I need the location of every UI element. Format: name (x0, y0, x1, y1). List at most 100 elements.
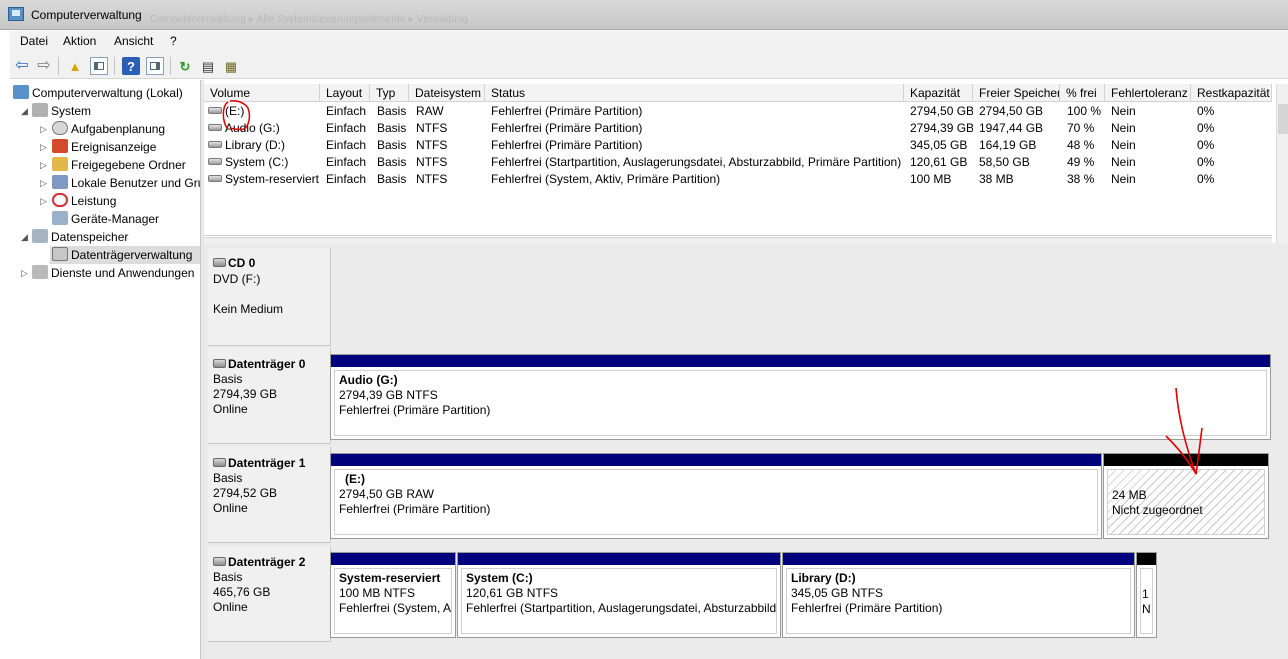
partition-system-reserved[interactable]: System-reserviert 100 MB NTFS Fehlerfrei… (330, 552, 456, 638)
disk-name-label: Datenträger 0 (228, 357, 306, 371)
disk-info-cd0[interactable]: CD 0 DVD (F:) Kein Medium (208, 248, 331, 346)
column-status[interactable]: Status (485, 84, 904, 102)
column-kapazitaet[interactable]: Kapazität (904, 84, 973, 102)
disk-info-0[interactable]: Datenträger 0 Basis 2794,39 GB Online (208, 348, 331, 444)
menu-aktion[interactable]: Aktion (63, 34, 96, 48)
forward-arrow-icon[interactable]: ⇨ (35, 57, 53, 75)
table-cell: Einfach (326, 121, 367, 135)
show-hide-action-pane-icon[interactable] (146, 57, 164, 75)
menu-datei[interactable]: Datei (20, 34, 48, 48)
tree-freigegebene-ordner[interactable]: Freigegebene Ordner (52, 156, 186, 174)
tree-root[interactable]: Computerverwaltung (Lokal) (13, 84, 183, 102)
expand-arrow-icon[interactable]: ▷ (40, 196, 47, 207)
partition-unallocated[interactable]: 24 MB Nicht zugeordnet (1103, 453, 1269, 539)
clock-icon (52, 121, 68, 135)
disk-info-2[interactable]: Datenträger 2 Basis 465,76 GB Online (208, 546, 331, 642)
table-row[interactable]: System (C:) Einfach Basis NTFS Fehlerfre… (204, 154, 1272, 171)
tree-label: Aufgabenplanung (71, 122, 166, 136)
partition-e[interactable]: (E:) 2794,50 GB RAW Fehlerfrei (Primäre … (330, 453, 1102, 539)
partition-system-c[interactable]: System (C:) 120,61 GB NTFS Fehlerfrei (S… (457, 552, 781, 638)
partition-details: Library (D:) 345,05 GB NTFS Fehlerfrei (… (786, 568, 1131, 634)
table-cell: Basis (377, 172, 407, 186)
collapse-arrow-icon[interactable]: ◢ (21, 232, 28, 243)
tree-geraete-manager[interactable]: Geräte-Manager (52, 210, 159, 228)
tree-system[interactable]: System (32, 102, 91, 120)
back-arrow-icon[interactable]: ⇦ (13, 57, 31, 75)
refresh-icon[interactable]: ↻ (176, 57, 194, 75)
table-row[interactable]: (E:) Einfach Basis RAW Fehlerfrei (Primä… (204, 103, 1272, 120)
table-cell: Nein (1111, 172, 1136, 186)
tree-aufgabenplanung[interactable]: Aufgabenplanung (52, 120, 165, 138)
disk-type: Basis (213, 471, 243, 485)
tree-datenspeicher[interactable]: Datenspeicher (32, 228, 128, 246)
disk-info-1[interactable]: Datenträger 1 Basis 2794,52 GB Online (208, 447, 331, 543)
column-typ[interactable]: Typ (370, 84, 409, 102)
expand-arrow-icon[interactable]: ▷ (40, 124, 47, 135)
export-icon[interactable]: ▦ (222, 57, 240, 75)
table-cell: 49 % (1067, 155, 1095, 169)
expand-arrow-icon[interactable]: ▷ (21, 268, 28, 279)
computer-management-icon (8, 7, 24, 21)
table-cell: 345,05 GB (910, 138, 968, 152)
table-cell: Fehlerfrei (Primäre Partition) (491, 138, 643, 152)
help-icon[interactable]: ? (122, 57, 140, 75)
scrollbar-thumb[interactable] (1278, 104, 1288, 134)
column-layout[interactable]: Layout (320, 84, 370, 102)
partition-details: 24 MB Nicht zugeordnet (1107, 469, 1265, 535)
table-row[interactable]: Audio (G:) Einfach Basis NTFS Fehlerfrei… (204, 120, 1272, 137)
tree-datentraegerverwaltung[interactable]: Datenträgerverwaltung (50, 246, 200, 264)
collapse-arrow-icon[interactable]: ◢ (21, 106, 28, 117)
table-cell: Einfach (326, 172, 367, 186)
tree-dienste[interactable]: Dienste und Anwendungen (32, 264, 194, 282)
expand-arrow-icon[interactable]: ▷ (40, 142, 47, 153)
column-fehlertoleranz[interactable]: Fehlertoleranz (1105, 84, 1191, 102)
partition-name: Audio (G:) (339, 373, 398, 387)
disk-name-label: Datenträger 1 (228, 456, 306, 470)
table-row[interactable]: System-reserviert Einfach Basis NTFS Feh… (204, 171, 1272, 188)
tree-ereignisanzeige[interactable]: Ereignisanzeige (52, 138, 156, 156)
disk-drive-icon (213, 557, 226, 566)
partition-size: 2794,39 GB NTFS (339, 388, 438, 402)
column-freier-speicher[interactable]: Freier Speicher (973, 84, 1060, 102)
partition-unallocated-small[interactable]: 1 N (1136, 552, 1157, 638)
disk-name-label: CD 0 (228, 256, 256, 270)
partition-library-d[interactable]: Library (D:) 345,05 GB NTFS Fehlerfrei (… (782, 552, 1135, 638)
menu-ansicht[interactable]: Ansicht (114, 34, 153, 48)
properties-icon[interactable]: ▤ (199, 57, 217, 75)
tree-leistung[interactable]: Leistung (52, 192, 116, 210)
volume-name: System-reserviert (225, 172, 320, 186)
column-volume[interactable]: Volume (204, 84, 320, 102)
table-row[interactable]: Library (D:) Einfach Basis NTFS Fehlerfr… (204, 137, 1272, 154)
tree-label: Freigegebene Ordner (71, 158, 186, 172)
table-cell: 2794,50 GB (979, 104, 1044, 118)
expand-arrow-icon[interactable]: ▷ (40, 160, 47, 171)
volume-name-cell: (E:) (206, 103, 320, 120)
up-folder-icon[interactable]: ▲ (66, 57, 84, 75)
menu-help[interactable]: ? (170, 34, 177, 48)
disk-size: 2794,39 GB (213, 387, 278, 401)
table-cell: Nein (1111, 155, 1136, 169)
column-prozent-frei[interactable]: % frei (1060, 84, 1105, 102)
table-cell: Fehlerfrei (Startpartition, Auslagerungs… (491, 155, 902, 169)
tree-root-label: Computerverwaltung (Lokal) (32, 86, 183, 100)
column-dateisystem[interactable]: Dateisystem (409, 84, 485, 102)
table-cell: 38 % (1067, 172, 1095, 186)
table-cell: 2794,39 GB (910, 121, 973, 135)
tools-icon (32, 103, 48, 117)
table-cell: 0% (1197, 155, 1215, 169)
tree-lokale-benutzer[interactable]: Lokale Benutzer und Gruppen (52, 174, 200, 192)
table-cell: Basis (377, 121, 407, 135)
expand-arrow-icon[interactable]: ▷ (40, 178, 47, 189)
table-cell: Einfach (326, 155, 367, 169)
show-hide-tree-icon[interactable] (90, 57, 108, 75)
services-icon (32, 265, 48, 279)
volume-name: (E:) (225, 104, 245, 118)
performance-icon (52, 193, 68, 207)
disk-media-status: Kein Medium (213, 302, 284, 316)
computer-management-icon (13, 85, 29, 99)
column-restkapazitaet[interactable]: Restkapazität (1191, 84, 1272, 102)
tree-label: Datenträgerverwaltung (71, 248, 193, 262)
table-cell: NTFS (416, 138, 448, 152)
partition-audio-g[interactable]: Audio (G:) 2794,39 GB NTFS Fehlerfrei (P… (330, 354, 1271, 440)
tree-label: Lokale Benutzer und Gruppen (71, 176, 200, 190)
